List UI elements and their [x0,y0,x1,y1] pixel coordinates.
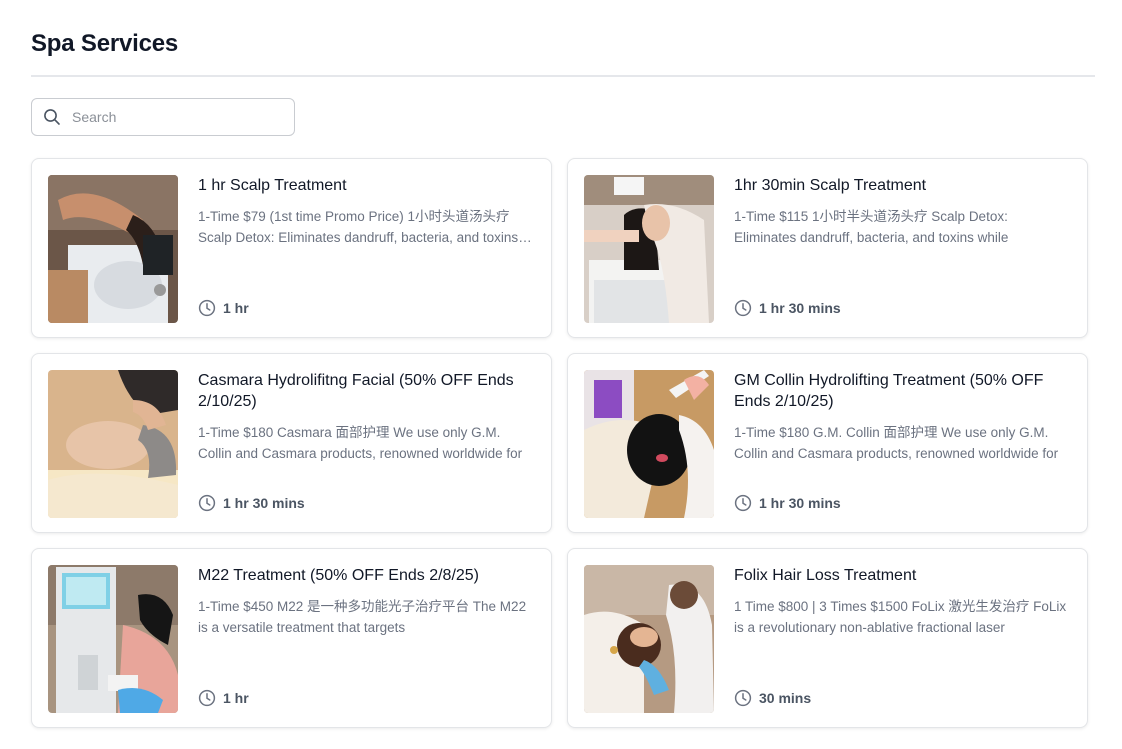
facial-massage-photo [48,370,178,518]
clock-icon [198,689,216,707]
service-duration: 1 hr 30 mins [734,299,841,317]
service-duration: 1 hr [198,689,249,707]
service-title: 1hr 30min Scalp Treatment [734,177,927,194]
title-divider [31,75,1095,77]
services-grid: 1 hr Scalp Treatment 1-Time $79 (1st tim… [31,158,1088,728]
service-description: 1 Time $800 | 3 Times $1500 FoLix 激光生发治疗… [734,599,1067,635]
duration-label: 1 hr 30 mins [223,495,305,511]
duration-label: 1 hr [223,690,249,706]
service-description: 1-Time $450 M22 是一种多功能光子治疗平台 The M22 is … [198,599,527,635]
scalp-treatment-photo [48,175,178,323]
clock-icon [198,299,216,317]
card-body: 1hr 30min Scalp Treatment 1-Time $115 1小… [734,175,1071,321]
search-box[interactable] [31,98,295,136]
card-body: Folix Hair Loss Treatment 1 Time $800 | … [734,565,1071,711]
service-card-scalp-1hr[interactable]: 1 hr Scalp Treatment 1-Time $79 (1st tim… [31,158,552,338]
duration-label: 1 hr [223,300,249,316]
service-title: M22 Treatment (50% OFF Ends 2/8/25) [198,567,480,584]
service-card-folix[interactable]: Folix Hair Loss Treatment 1 Time $800 | … [567,548,1088,728]
service-description: 1-Time $180 G.M. Collin 面部护理 We use only… [734,425,1059,461]
m22-device-photo [48,565,178,713]
service-card-scalp-90min[interactable]: 1hr 30min Scalp Treatment 1-Time $115 1小… [567,158,1088,338]
service-title: 1 hr Scalp Treatment [198,177,347,194]
service-description: 1-Time $180 Casmara 面部护理 We use only G.M… [198,425,523,461]
page-title: Spa Services [31,30,179,57]
duration-label: 1 hr 30 mins [759,300,841,316]
service-description: 1-Time $115 1小时半头道汤头疗 Scalp Detox: Elimi… [734,209,1009,245]
service-duration: 1 hr 30 mins [198,494,305,512]
face-mask-photo [584,370,714,518]
service-title: Folix Hair Loss Treatment [734,567,917,584]
service-title: GM Collin Hydrolifting Treatment (50% OF… [734,372,1044,410]
search-input[interactable] [72,109,272,125]
service-card-casmara-facial[interactable]: Casmara Hydrolifitng Facial (50% OFF End… [31,353,552,533]
scalp-wash-photo [584,175,714,323]
service-duration: 1 hr 30 mins [734,494,841,512]
duration-label: 1 hr 30 mins [759,495,841,511]
search-icon [43,108,61,126]
service-title: Casmara Hydrolifitng Facial (50% OFF End… [198,372,514,410]
clock-icon [734,299,752,317]
folix-treatment-photo [584,565,714,713]
spa-services-page: Spa Services Search 1 hr Scalp Treatment… [0,0,1122,749]
card-body: M22 Treatment (50% OFF Ends 2/8/25) 1-Ti… [198,565,535,711]
service-card-gm-collin[interactable]: GM Collin Hydrolifting Treatment (50% OF… [567,353,1088,533]
service-card-m22[interactable]: M22 Treatment (50% OFF Ends 2/8/25) 1-Ti… [31,548,552,728]
clock-icon [734,689,752,707]
service-duration: 30 mins [734,689,811,707]
card-body: Casmara Hydrolifitng Facial (50% OFF End… [198,370,535,516]
duration-label: 30 mins [759,690,812,706]
service-duration: 1 hr [198,299,249,317]
clock-icon [734,494,752,512]
service-description: 1-Time $79 (1st time Promo Price) 1小时头道汤… [198,209,519,245]
clock-icon [198,494,216,512]
card-body: GM Collin Hydrolifting Treatment (50% OF… [734,370,1071,516]
card-body: 1 hr Scalp Treatment 1-Time $79 (1st tim… [198,175,535,321]
